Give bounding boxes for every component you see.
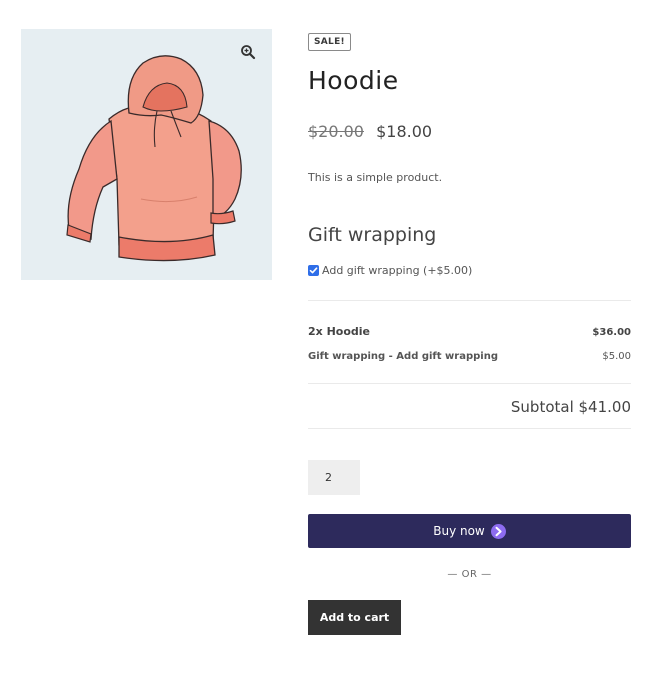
quantity-input[interactable]: 2 [308,460,360,495]
original-price: $20.00 [308,122,364,141]
gift-wrapping-label: Add gift wrapping (+$5.00) [322,264,473,277]
product-price: $20.00 $18.00 [308,124,631,140]
checkmark-icon [309,267,318,274]
gift-wrapping-heading: Gift wrapping [308,224,437,246]
addon-amount: $5.00 [602,351,631,362]
gift-wrapping-option[interactable]: Add gift wrapping (+$5.00) [308,264,631,277]
product-image[interactable] [21,29,272,280]
line-item-amount: $36.00 [592,327,631,338]
product-description: This is a simple product. [308,171,443,184]
add-to-cart-button[interactable]: Add to cart [308,600,401,635]
arrow-right-icon [490,523,506,539]
sale-price: $18.00 [376,122,433,141]
hoodie-illustration [66,55,242,262]
order-summary: 2x Hoodie $36.00 Gift wrapping - Add gif… [308,300,631,429]
product-summary: SALE! Hoodie $20.00 $18.00 This is a sim… [308,29,631,635]
sale-badge: SALE! [308,33,351,51]
summary-line-item: 2x Hoodie $36.00 [308,325,631,338]
buy-now-label: Buy now [433,524,485,538]
addon-label: Gift wrapping - Add gift wrapping [308,351,498,362]
line-item-label: 2x Hoodie [308,325,371,338]
product-title: Hoodie [308,66,399,95]
zoom-icon[interactable] [240,44,256,60]
subtotal: Subtotal $41.00 [308,383,631,429]
product-page: SALE! Hoodie $20.00 $18.00 This is a sim… [0,0,650,690]
summary-line-addon: Gift wrapping - Add gift wrapping $5.00 [308,351,631,362]
buy-now-button[interactable]: Buy now [308,514,631,548]
gift-wrapping-checkbox[interactable] [308,265,319,276]
or-separator: — OR — [447,569,492,580]
